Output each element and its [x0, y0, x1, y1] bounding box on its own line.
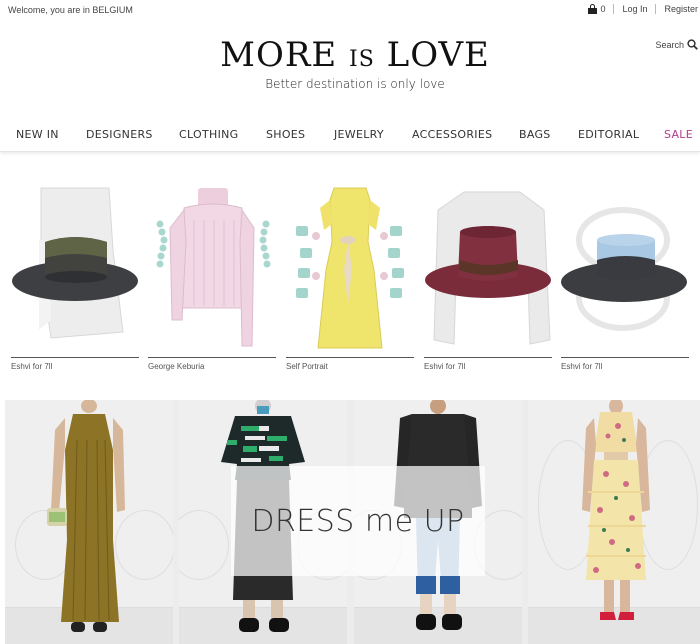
banner-overlay: DRESS me UP: [231, 466, 485, 576]
nav-item-accessories[interactable]: ACCESSORIES: [412, 128, 492, 141]
site-tagline: Better destination is only love: [265, 77, 445, 91]
editorial-banner[interactable]: DRESS me UP: [5, 400, 700, 644]
logo[interactable]: MORE IS LOVE Better destination is only …: [0, 36, 700, 91]
product-card[interactable]: George Keburia: [148, 180, 278, 375]
divider: [148, 357, 276, 358]
divider: [286, 357, 414, 358]
nav-item-editorial[interactable]: EDITORIAL: [578, 128, 639, 141]
welcome-message: Welcome, you are in BELGIUM: [8, 5, 133, 15]
title-more: MORE: [220, 35, 350, 75]
cart-count: 0: [600, 4, 606, 14]
product-card[interactable]: Eshvi for 7ll: [11, 180, 141, 375]
nav-item-shoes[interactable]: SHOES: [266, 128, 305, 141]
nav-item-clothing[interactable]: CLOTHING: [179, 128, 238, 141]
nav-item-new-in[interactable]: NEW IN: [16, 128, 59, 141]
account-links: 0 Log In Register: [587, 4, 700, 14]
nav-item-sale[interactable]: SALE: [664, 128, 693, 141]
product-image: [12, 187, 138, 339]
product-designer: George Keburia: [148, 362, 205, 371]
divider: [561, 357, 689, 358]
product-carousel: Eshvi for 7ll George Keburia Self Portra…: [0, 180, 700, 375]
product-designer: Eshvi for 7ll: [424, 362, 466, 371]
model-figure: [47, 400, 125, 632]
title-love: LOVE: [374, 35, 490, 75]
product-designer: Eshvi for 7ll: [561, 362, 603, 371]
product-card[interactable]: Self Portrait: [286, 180, 416, 375]
nav-item-jewelry[interactable]: JEWELRY: [334, 128, 384, 141]
product-designer: Eshvi for 7ll: [11, 362, 53, 371]
product-card[interactable]: Eshvi for 7ll: [561, 180, 691, 375]
product-card[interactable]: Eshvi for 7ll: [424, 180, 554, 375]
product-designer: Self Portrait: [286, 362, 328, 371]
product-image: [561, 207, 687, 331]
look-image: [5, 400, 173, 644]
nav-item-bags[interactable]: BAGS: [519, 128, 551, 141]
look-image: [528, 400, 700, 644]
product-image: [425, 191, 551, 345]
model-figure: [582, 400, 650, 620]
banner-headline: DRESS me UP: [251, 503, 465, 539]
search-icon: [687, 39, 698, 50]
shopping-bag-icon: [588, 4, 598, 14]
search-label: Search: [655, 39, 684, 50]
title-is: IS: [349, 47, 375, 72]
divider: [11, 357, 139, 358]
divider: [424, 357, 552, 358]
register-link[interactable]: Register: [656, 4, 700, 14]
nav-item-designers[interactable]: DESIGNERS: [86, 128, 153, 141]
site-title: MORE IS LOVE: [0, 36, 700, 79]
login-link[interactable]: Log In: [614, 4, 655, 14]
top-bar: Welcome, you are in BELGIUM 0 Log In Reg…: [0, 0, 700, 20]
search-button[interactable]: Search: [655, 39, 698, 50]
cart-button[interactable]: 0: [587, 4, 613, 14]
product-image: [156, 188, 271, 347]
product-image: [296, 187, 404, 349]
main-nav: NEW IN DESIGNERS CLOTHING SHOES JEWELRY …: [0, 118, 700, 152]
